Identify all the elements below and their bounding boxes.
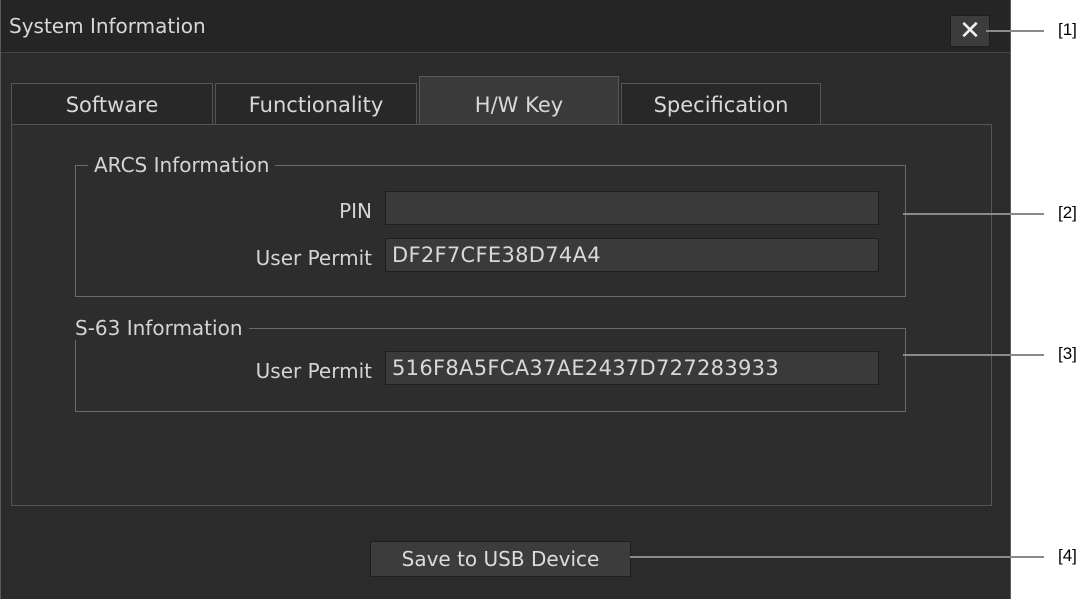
- callout-label-3: [3]: [1058, 344, 1077, 363]
- hw-key-panel: ARCS Information PIN User Permit DF2F7CF…: [11, 124, 992, 506]
- save-to-usb-button[interactable]: Save to USB Device: [370, 541, 631, 577]
- tab-functionality[interactable]: Functionality: [215, 83, 417, 125]
- system-information-dialog: System Information ✕ Software Functional…: [0, 0, 1011, 599]
- arcs-user-permit-label: User Permit: [255, 246, 372, 270]
- s63-group-label: S-63 Information: [69, 316, 249, 340]
- s63-user-permit-label: User Permit: [255, 359, 372, 383]
- arcs-user-permit-field: DF2F7CFE38D74A4: [385, 238, 879, 272]
- title-bar: System Information ✕: [1, 0, 1010, 53]
- callout-line-1: [986, 30, 1044, 32]
- callout-label-2: [2]: [1058, 203, 1077, 222]
- callout-line-4: [630, 556, 1044, 558]
- callout-line-2: [903, 213, 1044, 215]
- arcs-pin-label: PIN: [339, 199, 372, 223]
- tab-hw-key[interactable]: H/W Key: [419, 76, 619, 125]
- tab-specification[interactable]: Specification: [621, 83, 821, 125]
- callout-line-3: [903, 354, 1044, 356]
- arcs-group-label: ARCS Information: [88, 153, 276, 177]
- arcs-pin-field: [385, 191, 879, 225]
- window-title: System Information: [9, 14, 206, 38]
- tab-software[interactable]: Software: [11, 83, 213, 125]
- callout-label-1: [1]: [1058, 20, 1077, 39]
- callout-label-4: [4]: [1058, 546, 1077, 565]
- arcs-information-group: [75, 165, 906, 297]
- close-icon: ✕: [959, 16, 981, 46]
- close-button[interactable]: ✕: [950, 15, 990, 47]
- s63-user-permit-field: 516F8A5FCA37AE2437D727283933: [385, 351, 879, 385]
